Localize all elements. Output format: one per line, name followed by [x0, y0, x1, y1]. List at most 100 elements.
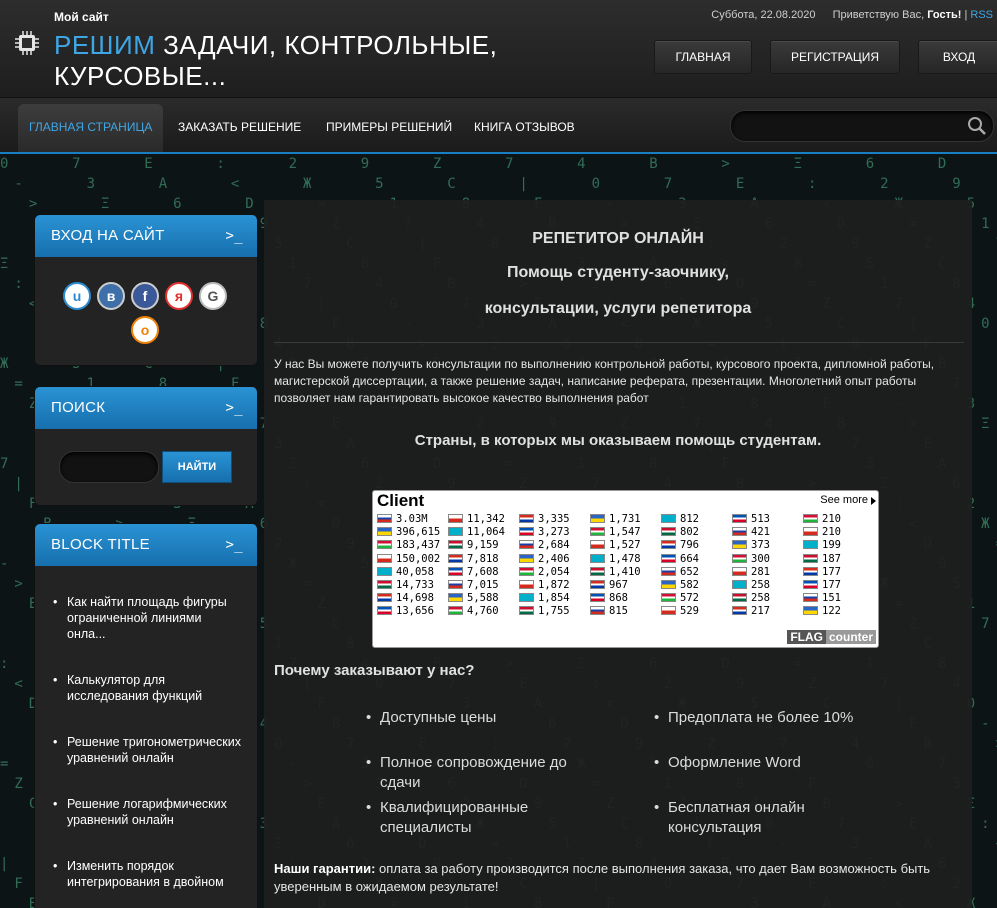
flag-counter-row: 652: [661, 566, 699, 579]
flag-counter-row: 14,733: [377, 579, 440, 592]
login-widget-header: ВХОД НА САЙТ >_: [35, 215, 257, 257]
login-widget: ВХОД НА САЙТ >_ u в f я G о: [34, 214, 258, 366]
nav-item-examples[interactable]: ПРИМЕРЫ РЕШЕНИЙ: [326, 98, 452, 152]
country-flag-icon: [590, 606, 605, 616]
terminal-prompt-icon: >_: [225, 400, 243, 416]
flag-counter-column: 1,731 1,547 1,527 1,478 1,410 967 868 815: [590, 513, 641, 619]
visitor-count: 14,698: [396, 592, 434, 605]
flag-counter-row: 2,406: [519, 553, 570, 566]
flag-counter-row: 3.03M: [377, 513, 440, 526]
links-widget-header: BLOCK TITLE >_: [35, 524, 257, 566]
flag-counter-row: 210: [803, 526, 841, 539]
facebook-login-icon[interactable]: f: [131, 282, 159, 310]
visitor-count: 183,437: [396, 539, 441, 552]
flag-counter-row: 1,854: [519, 592, 570, 605]
why-us-heading: Почему заказывают у нас?: [274, 662, 475, 679]
terminal-prompt-icon: >_: [225, 537, 243, 553]
top-info: Суббота, 22.08.2020 Приветствую Вас, Гос…: [711, 9, 993, 21]
flag-counter-row: 11,064: [448, 526, 505, 539]
visitor-count: 210: [822, 513, 841, 525]
flag-counter-row: 2,054: [519, 566, 570, 579]
country-flag-icon: [377, 514, 392, 523]
flag-counter-row: 210: [803, 513, 841, 526]
flag-counter-row: 373: [732, 539, 770, 552]
flag-counter-see-more[interactable]: See more: [820, 494, 876, 506]
sidebar-link[interactable]: Изменить порядок интегрирования в двойно…: [53, 858, 243, 890]
separator: |: [964, 9, 968, 21]
country-flag-icon: [590, 553, 605, 563]
sidebar-link[interactable]: Решение тригонометрических уравнений онл…: [53, 734, 243, 766]
flag-counter-row: 40,058: [377, 566, 440, 579]
sidebar-link[interactable]: Калькулятор для исследования функций: [53, 672, 243, 704]
vk-login-icon[interactable]: в: [97, 282, 125, 310]
country-flag-icon: [377, 593, 392, 603]
country-flag-icon: [377, 566, 392, 576]
country-flag-icon: [732, 606, 747, 616]
guarantee-text: Наши гарантии: оплата за работу производ…: [274, 860, 964, 896]
nav-item-home[interactable]: ГЛАВНАЯ СТРАНИЦА: [18, 104, 164, 152]
flag-counter-row: 664: [661, 553, 699, 566]
flag-counter-row: 1,478: [590, 553, 641, 566]
visitor-count: 396,615: [396, 526, 441, 539]
header-search-input[interactable]: [743, 116, 967, 138]
visitor-count: 652: [680, 565, 699, 578]
flag-counter-row: 1,731: [590, 513, 641, 526]
visitor-count: 1,410: [609, 565, 641, 578]
flag-counter-row: 802: [661, 526, 699, 539]
sidebar-link[interactable]: Решение логарифмических уравнений онлайн: [53, 796, 243, 828]
sidebar-search-button[interactable]: НАЙТИ: [162, 451, 232, 483]
search-icon[interactable]: [967, 116, 987, 136]
flag-counter-row: 1,410: [590, 566, 641, 579]
visitor-count: 9,159: [467, 539, 499, 552]
visitor-count: 572: [680, 592, 699, 605]
flag-counter-row: 300: [732, 553, 770, 566]
country-flag-icon: [519, 527, 534, 537]
flag-counter-row: 2,684: [519, 539, 570, 552]
page-subtitle: Помощь студенту-заочнику,: [506, 264, 729, 281]
country-flag-icon: [661, 593, 676, 603]
visitor-count: 3.03M: [396, 513, 428, 525]
sidebar-search-input[interactable]: [70, 457, 152, 479]
country-flag-icon: [661, 566, 676, 576]
home-button[interactable]: ГЛАВНАЯ: [654, 40, 752, 74]
login-button[interactable]: ВХОД: [918, 40, 997, 74]
nav-item-guestbook[interactable]: КНИГА ОТЗЫВОВ: [474, 98, 575, 152]
flagcounter-logo: FLAG counter: [787, 630, 876, 646]
country-flag-icon: [661, 540, 676, 550]
flag-counter-widget[interactable]: Client See more 3.03M 396,615 183,437 150,0…: [372, 490, 879, 648]
country-flag-icon: [590, 540, 605, 550]
register-button[interactable]: РЕГИСТРАЦИЯ: [770, 40, 900, 74]
yandex-login-icon[interactable]: я: [165, 282, 193, 310]
flag-counter-row: 183,437: [377, 539, 440, 552]
visitor-count: 11,342: [467, 513, 505, 525]
site-name-small[interactable]: Мой сайт: [54, 10, 109, 24]
country-flag-icon: [448, 553, 463, 563]
country-flag-icon: [661, 553, 676, 563]
flag-counter-row: 396,615: [377, 526, 440, 539]
ucoz-login-icon[interactable]: u: [63, 282, 91, 310]
country-flag-icon: [377, 553, 392, 563]
visitor-count: 1,478: [609, 552, 641, 565]
flag-counter-row: 199: [803, 539, 841, 552]
header: Мой сайт РЕШИМ ЗАДАЧИ, КОНТРОЛЬНЫЕ, КУРС…: [0, 0, 997, 98]
chip-icon: [15, 31, 39, 55]
visitor-count: 150,002: [396, 552, 441, 565]
nav-item-order[interactable]: ЗАКАЗАТЬ РЕШЕНИЕ: [178, 98, 301, 152]
visitor-count: 1,854: [538, 592, 570, 605]
google-login-icon[interactable]: G: [199, 282, 227, 310]
rss-link[interactable]: RSS: [970, 9, 993, 21]
country-flag-icon: [377, 606, 392, 616]
odnoklassniki-login-icon[interactable]: о: [131, 316, 159, 344]
flag-counter-row: 187: [803, 553, 841, 566]
visitor-count: 177: [822, 565, 841, 578]
sidebar-link[interactable]: Как найти площадь фигуры ограниченной ли…: [53, 594, 243, 642]
country-flag-icon: [590, 593, 605, 603]
flag-counter-row: 1,527: [590, 539, 641, 552]
site-logo[interactable]: РЕШИМ ЗАДАЧИ, КОНТРОЛЬНЫЕ, КУРСОВЫЕ...: [54, 30, 574, 92]
page: Мой сайт РЕШИМ ЗАДАЧИ, КОНТРОЛЬНЫЕ, КУРС…: [0, 0, 997, 908]
visitor-count: 815: [609, 605, 628, 618]
logo-accent: РЕШИМ: [54, 30, 156, 60]
visitor-count: 1,755: [538, 605, 570, 618]
visitor-count: 281: [751, 565, 770, 578]
country-flag-icon: [803, 527, 818, 537]
